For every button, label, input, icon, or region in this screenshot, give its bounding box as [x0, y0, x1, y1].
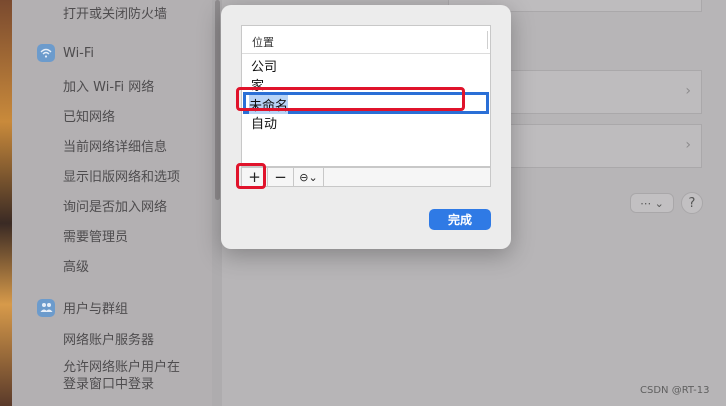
- sidebar-item-network-details[interactable]: 当前网络详细信息: [63, 136, 167, 155]
- column-divider: [487, 31, 488, 49]
- sidebar-item-advanced[interactable]: 高级: [63, 256, 89, 275]
- sidebar: 打开或关闭防火墙 Wi-Fi 加入 Wi-Fi 网络 已知网络 当前网络详细信息…: [12, 0, 212, 406]
- sidebar-section-wifi-label: Wi-Fi: [63, 45, 95, 61]
- list-item-location[interactable]: 公司: [251, 56, 277, 75]
- list-item-location[interactable]: 自动: [251, 113, 277, 132]
- list-header-location[interactable]: 位置: [242, 26, 490, 54]
- sidebar-item-join-wifi[interactable]: 加入 Wi-Fi 网络: [63, 76, 154, 95]
- list-toolbar: + − ⊖⌄: [241, 167, 491, 187]
- more-options-button[interactable]: ⋯ ⌄: [630, 193, 674, 213]
- sidebar-item-require-admin[interactable]: 需要管理员: [63, 226, 128, 245]
- annotation-highlight-add-button: [236, 163, 266, 189]
- sidebar-item-firewall-toggle[interactable]: 打开或关闭防火墙: [63, 3, 167, 22]
- sidebar-item-known-networks[interactable]: 已知网络: [63, 106, 115, 125]
- sidebar-item-network-account-server[interactable]: 网络账户服务器: [63, 329, 154, 348]
- done-button[interactable]: 完成: [429, 209, 491, 230]
- sidebar-section-users[interactable]: 用户与群组: [37, 298, 128, 317]
- annotation-highlight-edit-field: [236, 87, 465, 111]
- watermark: CSDN @RT-13: [640, 385, 710, 396]
- sidebar-section-users-label: 用户与群组: [63, 302, 129, 317]
- action-menu-button[interactable]: ⊖⌄: [294, 168, 324, 186]
- sidebar-item-legacy-options[interactable]: 显示旧版网络和选项: [63, 166, 180, 185]
- wifi-icon: [37, 44, 55, 62]
- chevron-right-icon: ›: [685, 83, 691, 99]
- sidebar-scrollbar-thumb[interactable]: [215, 0, 220, 200]
- chevron-right-icon: ›: [685, 137, 691, 153]
- locations-dialog: 位置 公司 家 未命名 自动 + − ⊖⌄ 完成: [221, 5, 511, 249]
- sidebar-item-allow-network-users-line2[interactable]: 登录窗口中登录: [63, 373, 154, 392]
- users-icon: [37, 298, 55, 317]
- help-button[interactable]: ?: [681, 192, 703, 214]
- remove-location-button[interactable]: −: [268, 168, 294, 186]
- sidebar-item-ask-to-join[interactable]: 询问是否加入网络: [63, 196, 167, 215]
- sidebar-section-wifi[interactable]: Wi-Fi: [37, 44, 94, 62]
- desktop-wallpaper: [0, 0, 12, 406]
